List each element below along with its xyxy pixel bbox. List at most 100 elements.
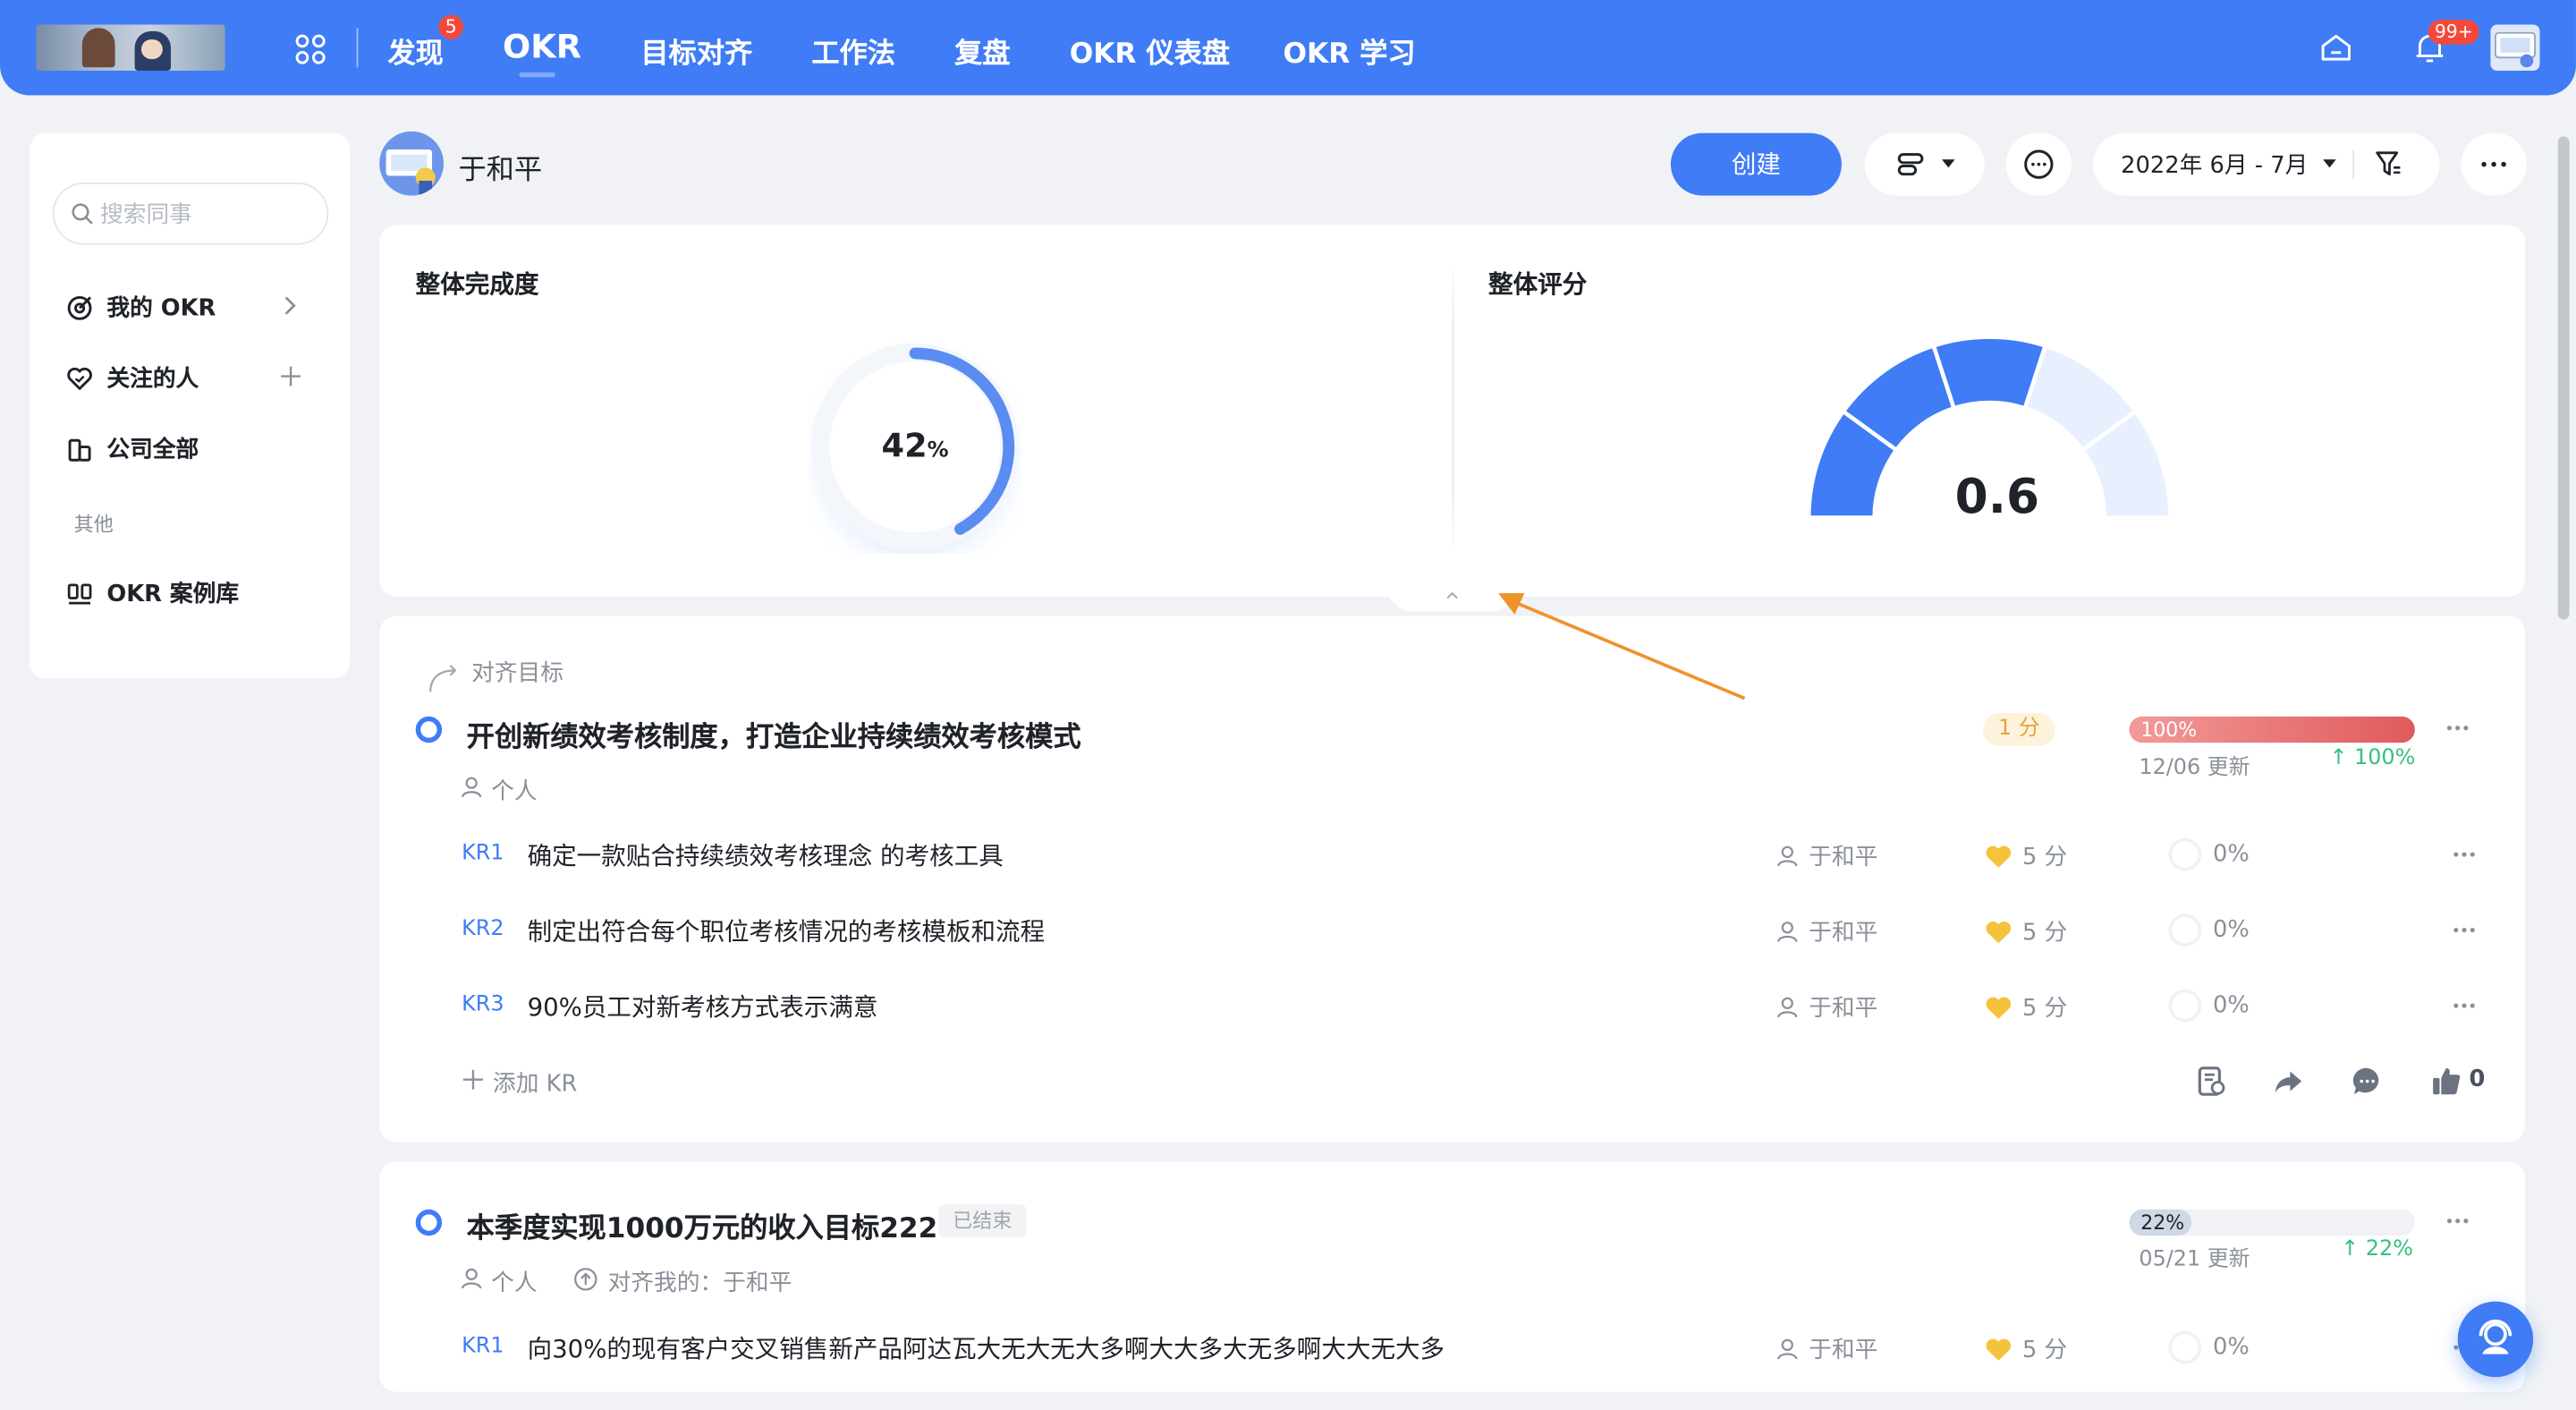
scrollbar[interactable] xyxy=(2557,136,2570,620)
discover-badge: 5 xyxy=(438,14,463,40)
chevron-right-icon[interactable] xyxy=(284,296,298,316)
updated-date: 12/06 更新 xyxy=(2139,755,2250,781)
apps-grid-icon[interactable] xyxy=(294,33,327,66)
score-gauge: 0.6 xyxy=(1806,335,2173,524)
top-nav-bar: 发现 5 OKR 目标对齐 工作法 复盘 OKR 仪表盘 OKR 学习 99+ xyxy=(0,0,2576,96)
nav-align[interactable]: 目标对齐 xyxy=(640,30,752,71)
score-value: 0.6 xyxy=(1954,468,2040,524)
sidebar-item-case-library[interactable]: OKR 案例库 xyxy=(65,577,239,610)
sidebar-item-my-okr[interactable]: 我的 OKR xyxy=(65,291,216,324)
kr-owner[interactable]: 于和平 xyxy=(1775,915,1877,948)
aligned-to[interactable]: 对齐我的：于和平 xyxy=(608,1265,792,1298)
kr-progress[interactable]: 0% xyxy=(2168,1330,2250,1364)
kr-confidence[interactable]: 5 分 xyxy=(1985,1333,2067,1366)
heart-icon xyxy=(67,366,92,389)
progress-label: 100% xyxy=(2140,718,2198,742)
kr-title[interactable]: 制定出符合每个职位考核情况的考核模板和流程 xyxy=(528,913,1046,948)
progress-label: 22% xyxy=(2140,1210,2185,1235)
kr-progress-value: 0% xyxy=(2213,1334,2250,1361)
view-switch-dropdown[interactable] xyxy=(1864,132,1985,196)
nav-method[interactable]: 工作法 xyxy=(811,30,895,71)
more-horizontal-icon[interactable] xyxy=(2453,851,2476,857)
kr-progress[interactable]: 0% xyxy=(2168,989,2250,1023)
objective-progress-bar[interactable]: 100% xyxy=(2129,716,2415,743)
objective-title[interactable]: 本季度实现1000万元的收入目标222 xyxy=(467,1204,938,1245)
updated-date: 05/21 更新 xyxy=(2139,1247,2250,1272)
nav-dashboard[interactable]: OKR 仪表盘 xyxy=(1070,30,1230,71)
layout-icon xyxy=(1896,153,1923,176)
search-input[interactable]: 搜索同事 xyxy=(52,182,329,245)
align-arrow-icon xyxy=(429,665,457,692)
kr-progress-value: 0% xyxy=(2213,916,2250,944)
person-icon xyxy=(1777,997,1798,1018)
progress-ring xyxy=(2168,913,2202,947)
progress-ring xyxy=(2168,989,2202,1023)
objective-status-icon xyxy=(415,716,443,743)
kr-progress[interactable]: 0% xyxy=(2168,837,2250,871)
more-horizontal-icon[interactable] xyxy=(2446,1218,2470,1224)
target-icon xyxy=(67,295,92,319)
heart-filled-icon xyxy=(1986,1338,2012,1360)
search-placeholder: 搜索同事 xyxy=(100,201,192,229)
more-options-button[interactable] xyxy=(2461,132,2527,196)
app-logo[interactable] xyxy=(36,24,225,71)
nav-okr[interactable]: OKR xyxy=(503,26,581,65)
sidebar-item-label: OKR 案例库 xyxy=(106,582,240,608)
objective-title[interactable]: 开创新绩效考核制度，打造企业持续绩效考核模式 xyxy=(467,713,1081,754)
comment-icon[interactable] xyxy=(2351,1065,2384,1098)
kr-confidence[interactable]: 5 分 xyxy=(1985,915,2067,948)
sidebar-item-following[interactable]: 关注的人 xyxy=(65,361,199,395)
thumbs-up-icon[interactable] xyxy=(2429,1065,2462,1098)
kr-owner[interactable]: 于和平 xyxy=(1775,991,1877,1024)
share-icon[interactable] xyxy=(2272,1065,2305,1098)
status-badge: 已结束 xyxy=(937,1204,1027,1238)
kr-confidence[interactable]: 5 分 xyxy=(1985,991,2067,1024)
heart-filled-icon xyxy=(1986,996,2012,1018)
score-title: 整体评分 xyxy=(1488,269,1588,300)
library-icon xyxy=(67,582,92,604)
user-avatar[interactable] xyxy=(379,131,444,196)
nav-discover[interactable]: 发现 xyxy=(387,30,443,71)
nav-review[interactable]: 复盘 xyxy=(954,30,1010,71)
more-horizontal-icon[interactable] xyxy=(2446,725,2470,731)
objective-status-icon xyxy=(415,1209,443,1236)
date-range-picker[interactable]: 2022年 6月 - 7月 xyxy=(2092,132,2440,196)
kr-owner[interactable]: 于和平 xyxy=(1775,840,1877,873)
user-avatar-top[interactable] xyxy=(2490,24,2540,71)
completion-title: 整体完成度 xyxy=(415,269,539,300)
caret-down-icon xyxy=(2322,159,2336,168)
kr-confidence[interactable]: 5 分 xyxy=(1985,840,2067,873)
card-divider xyxy=(1452,261,1454,557)
more-horizontal-icon[interactable] xyxy=(2453,1002,2476,1008)
summary-card: 整体完成度 42% 整体评分 0.6 xyxy=(379,225,2526,597)
kr-title[interactable]: 向30%的现有客户交叉销售新产品阿达瓦大无大无大多啊大大多大无多啊大大无大多 xyxy=(528,1331,1445,1366)
objective-score-tag[interactable]: 1 分 xyxy=(1982,713,2055,746)
add-kr-button[interactable]: 添加 KR xyxy=(493,1066,577,1100)
kr-progress[interactable]: 0% xyxy=(2168,913,2250,947)
sidebar-item-company[interactable]: 公司全部 xyxy=(65,432,199,465)
support-button[interactable] xyxy=(2457,1301,2534,1378)
more-horizontal-icon[interactable] xyxy=(2453,927,2476,933)
objective-card xyxy=(379,616,2526,1142)
person-icon xyxy=(461,777,482,798)
chevron-up-icon xyxy=(1446,591,1458,599)
home-icon[interactable] xyxy=(2318,30,2354,65)
kr-owner[interactable]: 于和平 xyxy=(1775,1333,1877,1366)
create-button[interactable]: 创建 xyxy=(1670,132,1842,196)
align-target-label[interactable]: 对齐目标 xyxy=(471,656,564,689)
objective-progress-bar[interactable]: 22% xyxy=(2129,1209,2415,1236)
report-icon[interactable] xyxy=(2195,1065,2228,1098)
nav-divider xyxy=(356,28,359,68)
kr-title[interactable]: 确定一款贴合持续绩效考核理念 的考核工具 xyxy=(528,838,1004,873)
kr-title[interactable]: 90%员工对新考核方式表示满意 xyxy=(528,990,878,1024)
more-horizontal-icon xyxy=(2481,161,2506,167)
filter-icon[interactable] xyxy=(2374,149,2403,179)
nav-learn[interactable]: OKR 学习 xyxy=(1283,30,1415,71)
sidebar-item-label: 关注的人 xyxy=(106,366,199,393)
plus-icon[interactable] xyxy=(281,366,301,386)
heart-filled-icon xyxy=(1986,921,2012,943)
objective-scope: 个人 xyxy=(491,778,538,805)
comment-button[interactable] xyxy=(2005,132,2072,196)
kr-progress-value: 0% xyxy=(2213,992,2250,1019)
kr-owner-name: 于和平 xyxy=(1809,996,1878,1023)
